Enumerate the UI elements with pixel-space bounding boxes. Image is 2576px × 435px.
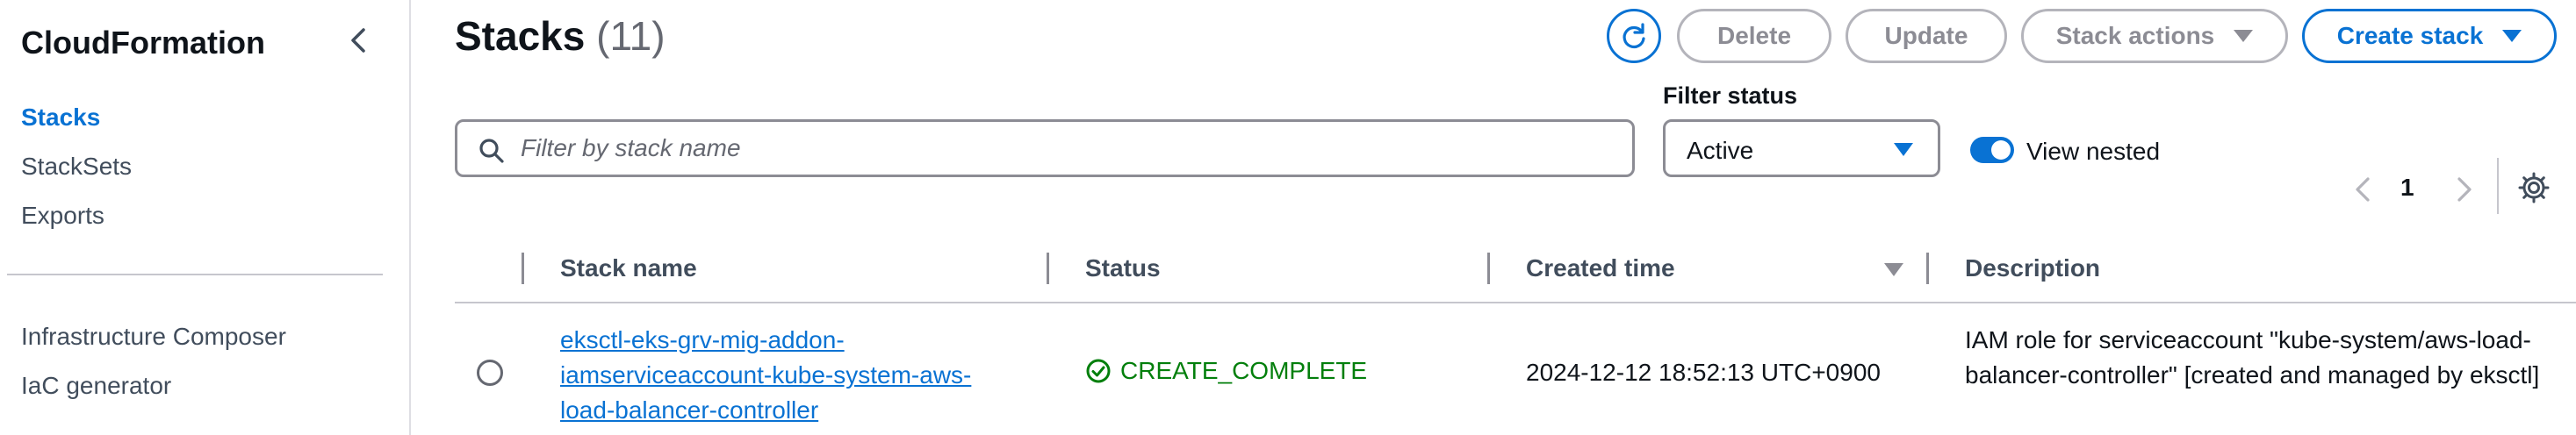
description-cell: IAM role for serviceaccount "kube-system… — [1965, 326, 2540, 389]
caret-down-icon — [2234, 30, 2254, 42]
stack-name-link[interactable]: eksctl-eks-grv-mig-addon-iamserviceaccou… — [560, 323, 1017, 428]
search-icon — [479, 139, 504, 163]
column-header-status[interactable]: Status — [1085, 254, 1161, 282]
sidebar-title: CloudFormation — [21, 25, 265, 61]
view-nested-label: View nested — [2026, 138, 2161, 165]
side-navigation: CloudFormation Stacks StackSets Exports … — [0, 0, 411, 435]
filter-status-label: Filter status — [1663, 82, 1798, 109]
stack-actions-label: Stack actions — [2055, 22, 2215, 49]
column-header-created-time[interactable]: Created time — [1526, 254, 1675, 282]
stack-actions-button[interactable]: Stack actions — [2021, 9, 2288, 63]
toolbar-divider — [2497, 158, 2499, 214]
page-title: Stacks (11) — [455, 12, 666, 60]
stack-count: (11) — [596, 13, 666, 59]
sidebar-item-stacks[interactable]: Stacks — [21, 103, 100, 132]
current-page-number[interactable]: 1 — [2400, 174, 2414, 202]
chevron-left-icon — [2356, 177, 2370, 202]
sidebar-item-exports[interactable]: Exports — [21, 202, 104, 230]
search-input[interactable] — [521, 127, 1618, 169]
sidebar-item-iac-generator[interactable]: IaC generator — [21, 372, 171, 400]
sidebar-item-stacksets[interactable]: StackSets — [21, 153, 132, 181]
delete-button[interactable]: Delete — [1677, 9, 1831, 63]
refresh-button[interactable] — [1607, 9, 1661, 63]
view-nested-toggle[interactable] — [1970, 137, 2014, 163]
preferences-button[interactable] — [2516, 170, 2551, 205]
sidebar-divider — [7, 274, 383, 275]
update-button[interactable]: Update — [1846, 9, 2007, 63]
gear-icon — [2518, 172, 2550, 203]
column-separator[interactable] — [1047, 253, 1049, 284]
status-indicator: CREATE_COMPLETE — [1085, 357, 1367, 385]
create-stack-label: Create stack — [2336, 22, 2484, 49]
status-text: CREATE_COMPLETE — [1120, 357, 1368, 384]
column-separator[interactable] — [1487, 253, 1490, 284]
caret-down-icon — [2502, 30, 2522, 42]
column-separator — [522, 253, 524, 284]
refresh-icon — [1623, 23, 1645, 49]
row-select-radio[interactable] — [477, 360, 503, 386]
next-page-button[interactable] — [2446, 172, 2481, 207]
stack-search-field — [455, 119, 1635, 177]
toggle-knob — [1991, 140, 2011, 160]
chevron-right-icon — [2457, 177, 2472, 202]
column-header-stack-name[interactable]: Stack name — [560, 254, 697, 282]
filter-status-value: Active — [1687, 137, 1754, 164]
sort-descending-icon[interactable] — [1884, 263, 1903, 276]
chevron-left-icon[interactable] — [344, 25, 376, 56]
caret-down-icon — [1894, 143, 1913, 156]
sidebar-item-infrastructure-composer[interactable]: Infrastructure Composer — [21, 323, 286, 351]
created-time-cell: 2024-12-12 18:52:13 UTC+0900 — [1526, 359, 1881, 386]
filter-status-select[interactable]: Active — [1663, 119, 1940, 177]
page-title-text: Stacks — [455, 13, 586, 59]
previous-page-button[interactable] — [2346, 172, 2381, 207]
column-separator[interactable] — [1926, 253, 1929, 284]
column-header-description[interactable]: Description — [1965, 254, 2100, 282]
table-header-divider — [455, 302, 2576, 303]
create-stack-button[interactable]: Create stack — [2302, 9, 2557, 63]
success-check-icon — [1086, 359, 1111, 383]
